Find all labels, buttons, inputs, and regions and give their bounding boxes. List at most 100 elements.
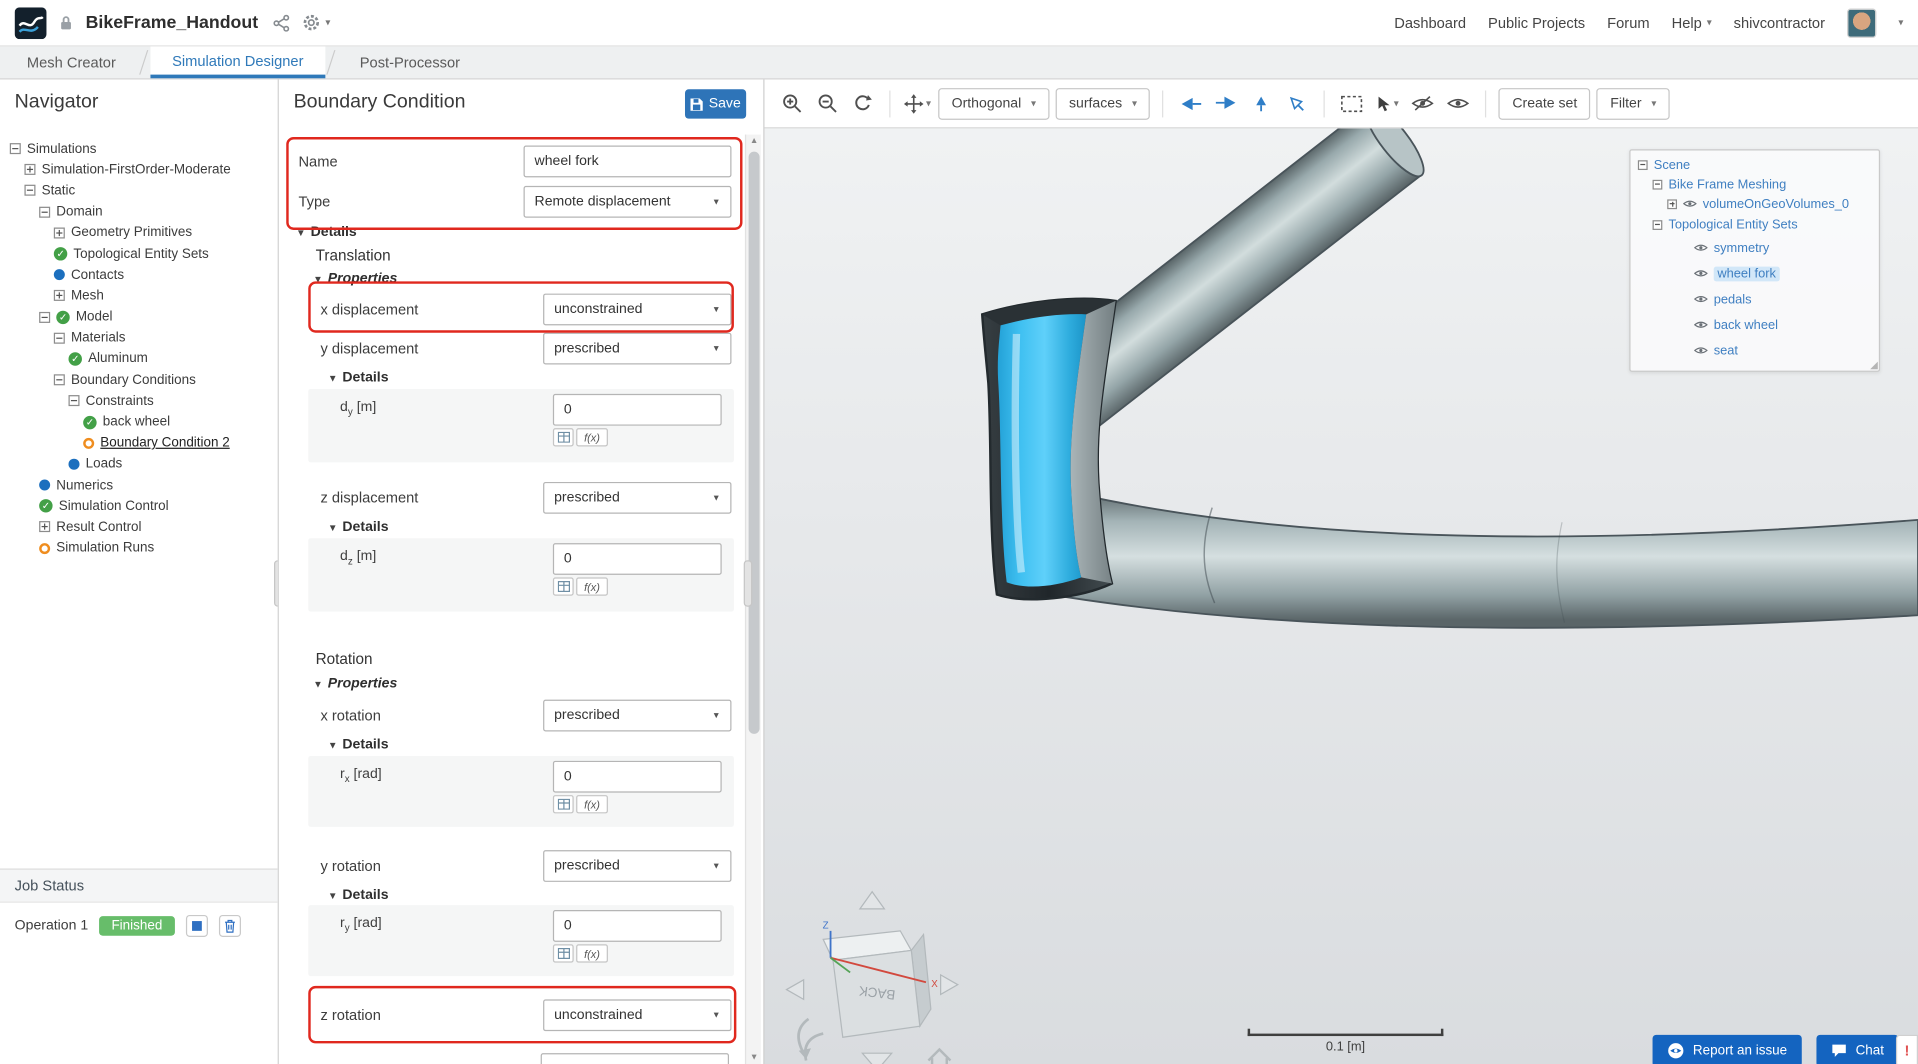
table-input-button[interactable] bbox=[552, 577, 574, 596]
formula-input-button[interactable]: f(x) bbox=[576, 795, 608, 814]
formula-input-button[interactable]: f(x) bbox=[576, 577, 608, 596]
view-align-3-button[interactable] bbox=[1247, 89, 1276, 118]
zoom-out-button[interactable] bbox=[812, 89, 841, 118]
view-align-1-button[interactable] bbox=[1176, 89, 1205, 118]
collapse-icon[interactable] bbox=[1652, 219, 1663, 230]
scene-tree-volume[interactable]: volumeOnGeoVolumes_0 bbox=[1667, 194, 1849, 212]
scroll-down-arrow[interactable]: ▼ bbox=[746, 1053, 762, 1062]
create-set-button[interactable]: Create set bbox=[1498, 87, 1591, 120]
details-toggle[interactable]: ▼ Details bbox=[328, 888, 389, 903]
x-rotation-select[interactable]: prescribed ▼ bbox=[543, 699, 732, 732]
ry-input[interactable] bbox=[552, 910, 722, 942]
eye-icon[interactable] bbox=[1694, 269, 1708, 278]
expand-icon[interactable] bbox=[24, 164, 36, 176]
collapse-icon[interactable] bbox=[1652, 179, 1663, 189]
scene-tree-topo-sets[interactable]: Topological Entity Sets bbox=[1652, 215, 1798, 233]
tree-item-constraints[interactable]: Constraints bbox=[0, 391, 278, 412]
collapse-icon[interactable] bbox=[39, 206, 51, 218]
collapse-icon[interactable] bbox=[53, 332, 65, 344]
scrollbar-thumb[interactable] bbox=[748, 151, 760, 734]
tree-item-simulation-runs[interactable]: Simulation Runs bbox=[0, 538, 278, 559]
hide-selection-button[interactable] bbox=[1408, 89, 1437, 118]
box-select-button[interactable] bbox=[1337, 89, 1366, 118]
details-toggle[interactable]: ▼ Details bbox=[328, 520, 389, 535]
tree-item-static[interactable]: Static bbox=[0, 180, 278, 201]
tab-mesh-creator[interactable]: Mesh Creator bbox=[5, 46, 138, 78]
render-mode-dropdown[interactable]: surfaces ▾ bbox=[1055, 87, 1151, 120]
notification-button[interactable]: ! bbox=[1895, 1034, 1918, 1064]
bike-down-tube[interactable] bbox=[1064, 491, 1918, 629]
y-displacement-select[interactable]: prescribed ▼ bbox=[543, 332, 732, 365]
dy-input[interactable] bbox=[552, 393, 722, 426]
expand-icon[interactable] bbox=[1667, 198, 1678, 209]
collapse-icon[interactable] bbox=[9, 143, 21, 155]
tab-post-processor[interactable]: Post-Processor bbox=[338, 46, 482, 78]
tree-item-model[interactable]: Model bbox=[0, 306, 278, 327]
show-all-button[interactable] bbox=[1444, 89, 1473, 118]
eye-icon[interactable] bbox=[1694, 346, 1708, 355]
dz-input[interactable] bbox=[552, 543, 722, 575]
view-align-4-button[interactable] bbox=[1282, 89, 1311, 118]
properties-toggle[interactable]: ▼ Properties bbox=[313, 676, 397, 691]
scene-tree-set-pedals[interactable]: pedals bbox=[1694, 290, 1752, 308]
select-tool-button[interactable]: ▾ bbox=[1373, 89, 1402, 118]
cube-arrow-down[interactable] bbox=[861, 1052, 894, 1064]
view-align-2-button[interactable] bbox=[1211, 89, 1240, 118]
tree-item-topological-entity-sets[interactable]: Topological Entity Sets bbox=[0, 243, 278, 264]
tree-item-geometry-primitives[interactable]: Geometry Primitives bbox=[0, 222, 278, 243]
project-settings-menu[interactable]: ▾ bbox=[302, 13, 330, 31]
scroll-up-arrow[interactable]: ▲ bbox=[746, 137, 762, 146]
tree-item-aluminum[interactable]: Aluminum bbox=[0, 348, 278, 369]
nav-dashboard[interactable]: Dashboard bbox=[1394, 14, 1466, 31]
navigation-cube[interactable]: BACK Z X bbox=[774, 877, 970, 1064]
lock-icon[interactable] bbox=[59, 14, 74, 31]
table-input-button[interactable] bbox=[552, 795, 574, 814]
home-icon[interactable] bbox=[927, 1047, 952, 1064]
panel-collapse-handle[interactable] bbox=[743, 560, 753, 607]
formula-input-button[interactable]: f(x) bbox=[576, 944, 608, 963]
tree-item-simulations[interactable]: Simulations bbox=[0, 138, 278, 159]
refresh-view-button[interactable] bbox=[848, 89, 877, 118]
scene-tree-set-wheel-fork[interactable]: wheel fork bbox=[1694, 264, 1780, 282]
nav-public-projects[interactable]: Public Projects bbox=[1488, 14, 1585, 31]
resize-handle[interactable]: ◢ bbox=[1870, 360, 1878, 371]
avatar[interactable] bbox=[1847, 7, 1877, 38]
stop-job-button[interactable] bbox=[185, 914, 208, 937]
collapse-icon[interactable] bbox=[1637, 159, 1648, 170]
name-input[interactable] bbox=[523, 145, 732, 178]
chevron-down-icon[interactable]: ▾ bbox=[1898, 17, 1903, 28]
nav-forum[interactable]: Forum bbox=[1607, 14, 1649, 31]
scene-tree-set-symmetry[interactable]: symmetry bbox=[1694, 239, 1769, 257]
formula-input-button[interactable]: f(x) bbox=[576, 428, 608, 447]
scene-tree-set-back-wheel[interactable]: back wheel bbox=[1694, 316, 1778, 334]
tree-item-mesh[interactable]: Mesh bbox=[0, 285, 278, 306]
cube-arrow-right[interactable] bbox=[940, 973, 959, 996]
tree-item-simulation-control[interactable]: Simulation Control bbox=[0, 496, 278, 517]
projection-dropdown[interactable]: Orthogonal ▾ bbox=[938, 87, 1050, 120]
3d-scene[interactable]: Scene Bike Frame Meshing volumeOnGeoVolu… bbox=[764, 128, 1918, 1064]
details-toggle[interactable]: ▼ Details bbox=[328, 738, 389, 753]
tree-item-numerics[interactable]: Numerics bbox=[0, 475, 278, 496]
eye-icon[interactable] bbox=[1694, 320, 1708, 329]
nav-help[interactable]: Help ▾ bbox=[1672, 14, 1712, 31]
tree-item-boundary-conditions[interactable]: Boundary Conditions bbox=[0, 369, 278, 390]
properties-toggle[interactable]: ▼ Properties bbox=[313, 272, 397, 287]
collapse-icon[interactable] bbox=[68, 395, 80, 407]
z-displacement-select[interactable]: prescribed ▼ bbox=[543, 481, 732, 514]
eye-icon[interactable] bbox=[1683, 199, 1697, 208]
tree-item-materials[interactable]: Materials bbox=[0, 327, 278, 348]
expand-icon[interactable] bbox=[53, 290, 65, 302]
rx-input[interactable] bbox=[552, 760, 722, 793]
tree-item-back-wheel[interactable]: back wheel bbox=[0, 412, 278, 433]
scene-tree-set-seat[interactable]: seat bbox=[1694, 341, 1738, 359]
delete-job-button[interactable] bbox=[218, 914, 241, 937]
scene-tree-overlay[interactable]: Scene Bike Frame Meshing volumeOnGeoVolu… bbox=[1629, 149, 1881, 372]
share-icon[interactable] bbox=[273, 14, 290, 32]
zoom-in-button[interactable] bbox=[777, 89, 806, 118]
cube-arrow-left[interactable] bbox=[785, 978, 805, 1001]
report-issue-button[interactable]: Report an issue bbox=[1652, 1034, 1802, 1064]
app-logo[interactable] bbox=[14, 6, 47, 39]
type-select[interactable]: Remote displacement ▼ bbox=[523, 185, 732, 218]
chat-button[interactable]: Chat bbox=[1816, 1034, 1899, 1064]
expand-icon[interactable] bbox=[53, 227, 65, 239]
